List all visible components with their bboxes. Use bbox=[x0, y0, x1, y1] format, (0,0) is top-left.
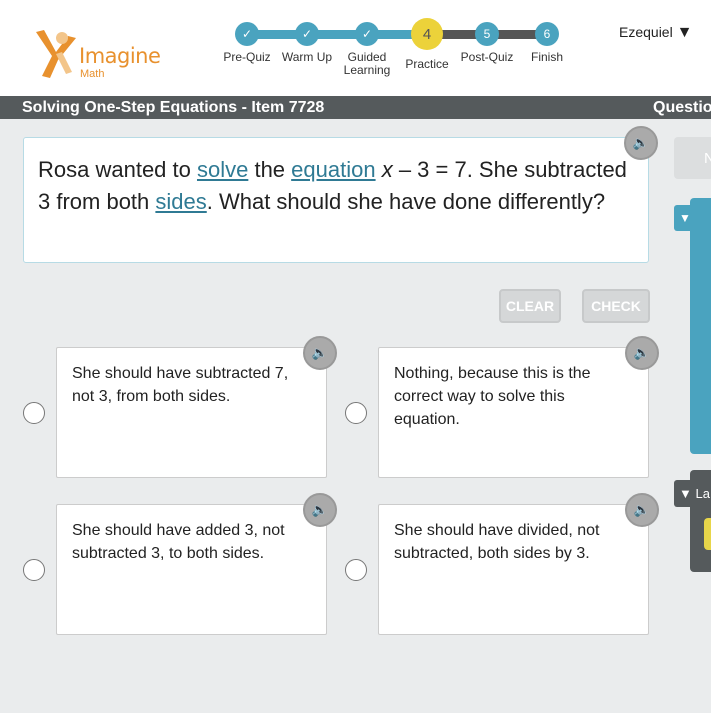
question-box: Rosa wanted to solve the equation x – 3 … bbox=[23, 137, 649, 263]
math-variable: x bbox=[381, 157, 393, 182]
glossary-link-solve[interactable]: solve bbox=[197, 157, 248, 182]
choice-4[interactable]: She should have divided, not subtracted,… bbox=[378, 504, 649, 635]
tools-panel-toggle[interactable]: ▼ bbox=[674, 205, 704, 231]
choice-radio-4[interactable] bbox=[345, 559, 367, 581]
progress-step-5: 5 bbox=[475, 22, 499, 46]
speaker-icon[interactable]: 🔈 bbox=[303, 493, 337, 527]
check-icon: ✓ bbox=[355, 22, 379, 46]
progress-step-label: Finish bbox=[530, 50, 563, 64]
user-name: Ezequiel bbox=[619, 24, 673, 40]
glossary-link-equation[interactable]: equation bbox=[291, 157, 375, 182]
header: Imagine Math ✓ Pre-Quiz ✓ Warm Up ✓ Guided Lea… bbox=[0, 0, 711, 96]
choice-radio-2[interactable] bbox=[345, 402, 367, 424]
language-label: La bbox=[695, 486, 710, 501]
choice-1[interactable]: She should have subtracted 7, not 3, fro… bbox=[56, 347, 327, 478]
speaker-icon[interactable]: 🔈 bbox=[303, 336, 337, 370]
question-text: Rosa wanted to bbox=[38, 157, 197, 182]
user-menu[interactable]: Ezequiel ▼ bbox=[619, 24, 692, 42]
glossary-link-sides[interactable]: sides bbox=[155, 189, 206, 214]
speaker-icon[interactable]: 🔈 bbox=[625, 336, 659, 370]
triangle-down-icon: ▼ bbox=[679, 211, 691, 225]
logo-text: Imagine bbox=[79, 44, 161, 68]
progress-step-4: 4 bbox=[411, 18, 443, 50]
lesson-title: Solving One-Step Equations - Item 7728 bbox=[22, 99, 325, 116]
speaker-icon[interactable]: 🔈 bbox=[625, 493, 659, 527]
check-icon: ✓ bbox=[295, 22, 319, 46]
logo-subtext: Math bbox=[80, 68, 105, 80]
triangle-down-icon: ▼ bbox=[679, 486, 692, 501]
logo-icon bbox=[36, 30, 76, 78]
choice-3[interactable]: She should have added 3, not subtracted … bbox=[56, 504, 327, 635]
dropdown-triangle-icon: ▼ bbox=[676, 24, 693, 41]
choice-2[interactable]: Nothing, because this is the correct way… bbox=[378, 347, 649, 478]
progress-step-6: 6 bbox=[535, 22, 559, 46]
language-button[interactable] bbox=[704, 518, 711, 550]
tools-panel bbox=[690, 198, 711, 454]
language-panel-toggle[interactable]: ▼ La bbox=[674, 480, 711, 507]
title-bar: Solving One-Step Equations - Item 7728 Q… bbox=[0, 96, 711, 119]
progress-line-done bbox=[247, 30, 427, 39]
question-text: . What should she have done differently? bbox=[206, 189, 606, 214]
question-text: the bbox=[248, 157, 292, 182]
choice-radio-1[interactable] bbox=[23, 402, 45, 424]
next-button[interactable]: N bbox=[674, 137, 711, 179]
check-button[interactable]: CHECK bbox=[582, 289, 650, 323]
check-icon: ✓ bbox=[235, 22, 259, 46]
question-label: Questio bbox=[653, 99, 711, 116]
choice-radio-3[interactable] bbox=[23, 559, 45, 581]
clear-button[interactable]: CLEAR bbox=[499, 289, 561, 323]
speaker-icon[interactable]: 🔈 bbox=[624, 126, 658, 160]
